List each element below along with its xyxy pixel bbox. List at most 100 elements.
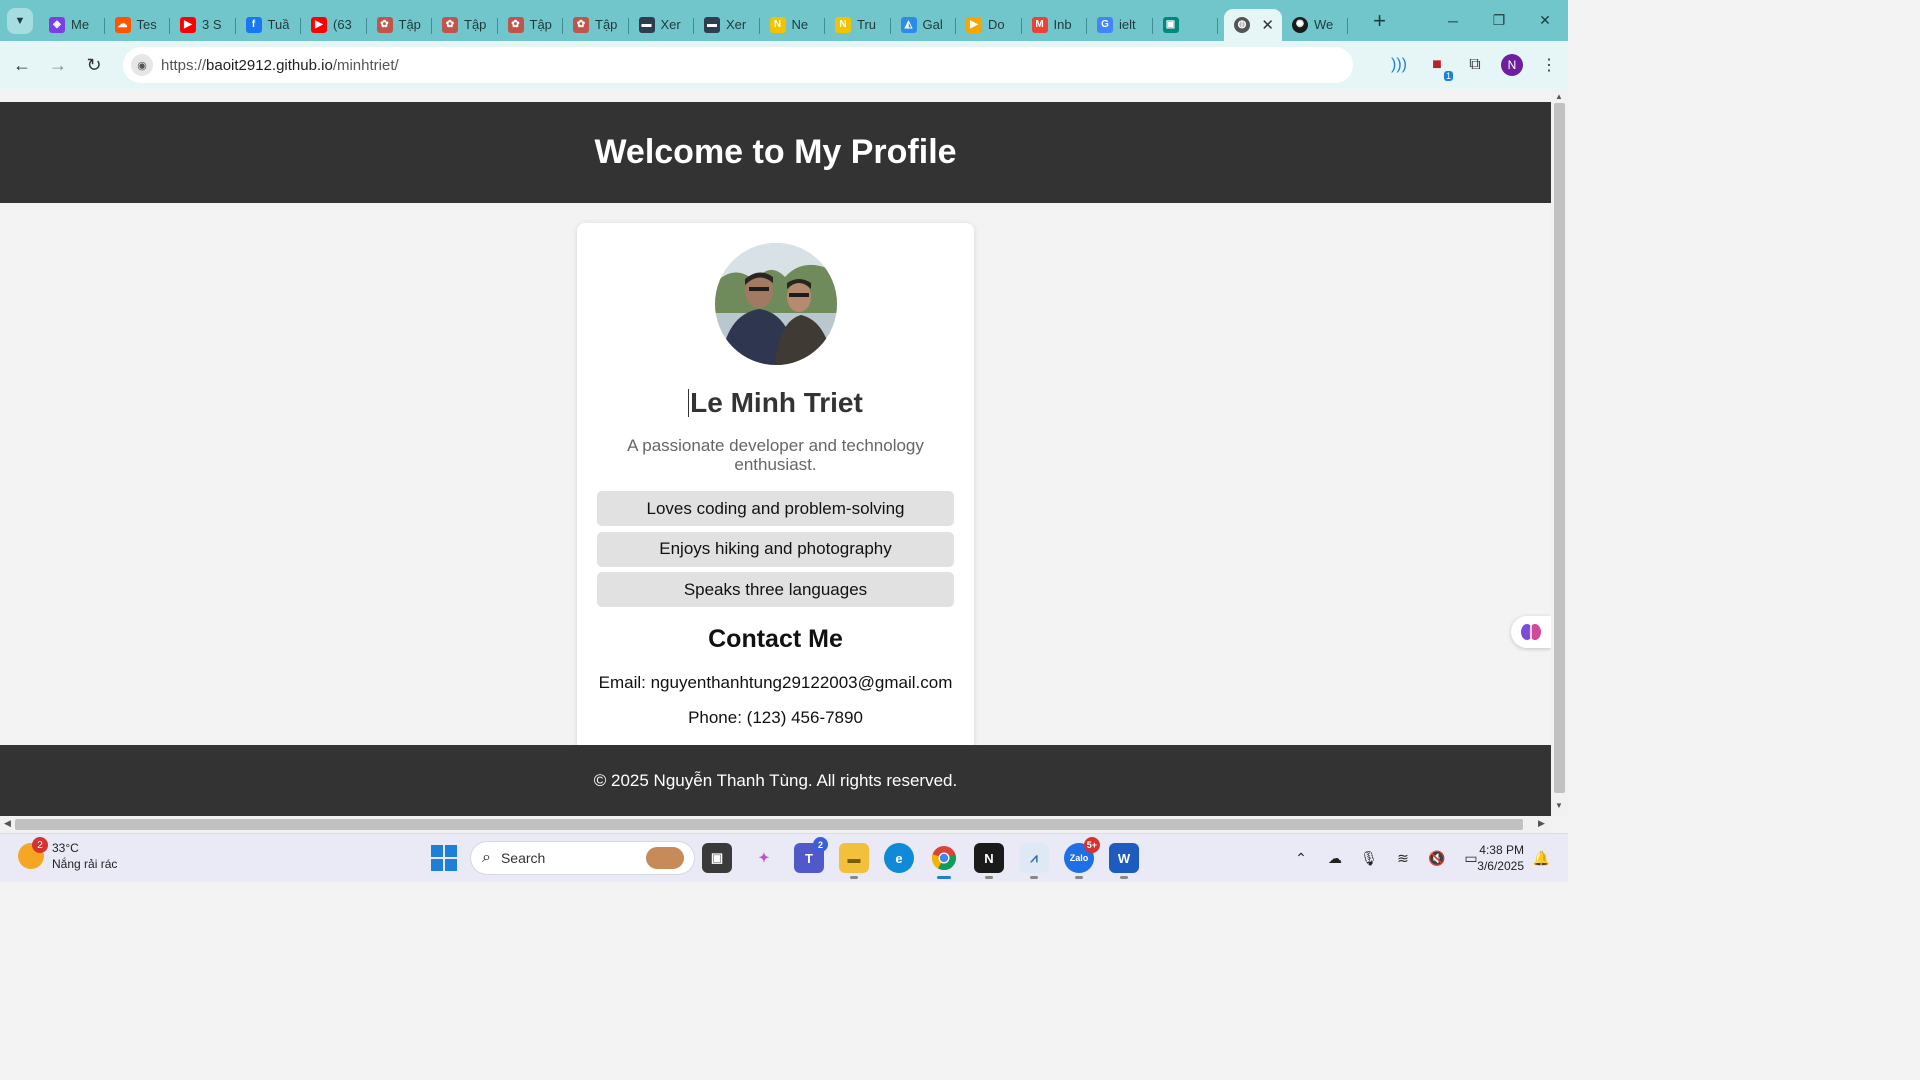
close-window-button[interactable]: ✕ (1522, 0, 1568, 41)
extension-shield-icon[interactable]: ■ 1 (1419, 47, 1455, 83)
onedrive-icon[interactable]: ☁ (1318, 850, 1352, 867)
anime-site-icon: ✿ (442, 16, 458, 33)
weather-temp: 33°C (52, 841, 79, 855)
reload-icon: ↻ (86, 54, 102, 75)
scroll-left-icon[interactable]: ◀ (4, 818, 11, 829)
tab-label: 3 S (202, 17, 222, 32)
windows-start-icon[interactable] (431, 845, 457, 871)
tab[interactable]: ◭ Gal (891, 9, 957, 41)
minimize-button[interactable]: ─ (1430, 0, 1476, 41)
tab[interactable]: ▬ Xer (629, 9, 695, 41)
profile-avatar[interactable]: N (1501, 54, 1523, 76)
tab-label: ielt (1119, 17, 1136, 32)
scroll-thumb[interactable] (1554, 103, 1565, 793)
tab-strip: ▼ ◈ Me ☁ Tes ▶ 3 S f Tuầ ▶ (63 ✿ Tập ✿ Tập ✿ Tập ✿ Tập ▬ Xe… (0, 0, 1568, 41)
tab-active[interactable]: ◍ ✕ (1224, 8, 1282, 41)
taskbar-clock[interactable]: 4:38 PM 3/6/2025 (1477, 842, 1524, 874)
back-button[interactable]: ← (4, 47, 40, 83)
list-item: Speaks three languages (597, 572, 954, 607)
taskbar-search[interactable]: ⌕ Search (471, 842, 694, 874)
tab-label: Xer (660, 17, 681, 32)
chrome-icon[interactable] (929, 843, 959, 879)
activity-monitor-icon[interactable]: ⩘ (1019, 843, 1049, 879)
page-footer: © 2025 Nguyễn Thanh Tùng. All rights res… (0, 745, 1551, 817)
task-view-icon[interactable]: ▣ (702, 843, 732, 873)
wifi-icon[interactable]: ≋ (1386, 850, 1420, 867)
zalo-icon[interactable]: Zalo 5+ (1064, 837, 1100, 879)
clock-date: 3/6/2025 (1477, 859, 1524, 873)
scroll-thumb[interactable] (15, 819, 1523, 830)
tab-label: Tập (595, 17, 618, 32)
profile-photo-image (715, 243, 837, 365)
tab[interactable]: ☁ Tes (105, 9, 171, 41)
tab-search-button[interactable]: ▼ (7, 7, 33, 34)
notion-icon[interactable]: N (974, 843, 1004, 879)
tab[interactable]: f Tuầ (236, 9, 302, 41)
horizontal-scrollbar[interactable]: ◀ ▶ (0, 816, 1551, 833)
vertical-scrollbar[interactable]: ▲ ▼ (1551, 89, 1568, 816)
tab[interactable]: Gielt (1087, 9, 1153, 41)
weather-widget[interactable]: 2 33°C Nắng rải rác (18, 837, 117, 872)
tab-label: Do (988, 17, 1005, 32)
tab[interactable]: ◈ Me (39, 9, 105, 41)
tab[interactable]: ▶ (63 (301, 9, 367, 41)
tab[interactable]: N Tru (825, 9, 891, 41)
file-explorer-icon[interactable]: ▬ (839, 843, 869, 879)
close-tab-icon[interactable]: ✕ (1261, 16, 1274, 34)
scroll-down-icon[interactable]: ▼ (1555, 801, 1563, 810)
contact-title: Contact Me (708, 625, 843, 653)
extensions-puzzle-icon[interactable]: ⧉ (1457, 47, 1493, 83)
teams-icon[interactable]: T2 (794, 837, 828, 873)
globe-icon: ◍ (1234, 16, 1250, 33)
meet-icon: ▣ (1162, 16, 1179, 33)
search-highlight-icon (646, 847, 684, 869)
facebook-icon: f (245, 16, 262, 33)
address-bar[interactable]: ◉ https://baoit2912.github.io/minhtriet/ (123, 47, 1353, 83)
menu-dots-icon[interactable]: ⋮ (1531, 47, 1567, 83)
chatgpt-icon: ✺ (1292, 16, 1308, 33)
tab[interactable]: ✿ Tập (367, 9, 433, 41)
tab-label: Me (71, 17, 90, 32)
scroll-up-icon[interactable]: ▲ (1555, 92, 1563, 101)
url-text[interactable]: https://baoit2912.github.io/minhtriet/ (161, 57, 399, 74)
microphone-icon[interactable]: 🎙 (1352, 850, 1386, 867)
chevron-down-icon: ▼ (14, 14, 26, 27)
tab[interactable]: ▶ Do (956, 9, 1022, 41)
brain-icon (1521, 624, 1541, 640)
tab[interactable]: ▶ 3 S (170, 9, 236, 41)
tab[interactable]: ▣ (1153, 9, 1219, 41)
soundcloud-icon: ☁ (114, 16, 131, 33)
weather-text: 33°C Nắng rải rác (52, 840, 117, 872)
read-aloud-icon[interactable]: ))) (1381, 47, 1417, 83)
scroll-right-icon[interactable]: ▶ (1538, 818, 1545, 829)
list-item: Loves coding and problem-solving (597, 491, 954, 526)
page-header: Welcome to My Profile (0, 102, 1551, 203)
tab[interactable]: M Inb (1022, 9, 1088, 41)
notification-bell-icon[interactable]: 🔔 (1533, 850, 1550, 867)
reload-button[interactable]: ↻ (76, 47, 112, 83)
gallery-icon: ◭ (900, 16, 917, 33)
tab[interactable]: ✿ Tập (498, 9, 564, 41)
youtube-icon: ▶ (311, 16, 327, 33)
fact-list: Loves coding and problem-solving Enjoys … (597, 491, 954, 613)
restore-button[interactable]: ❐ (1476, 0, 1522, 41)
tab[interactable]: N Ne (760, 9, 826, 41)
tab[interactable]: ▬ Xer (694, 9, 760, 41)
word-icon[interactable]: W (1109, 843, 1139, 879)
messenger-icon: ◈ (49, 16, 65, 33)
edge-icon[interactable]: e (884, 843, 914, 873)
contact-email: Email: nguyenthanhtung29122003@gmail.com (598, 673, 953, 692)
new-tab-button[interactable]: + (1366, 7, 1394, 35)
tab-label: Inb (1053, 17, 1072, 32)
forward-button[interactable]: → (40, 47, 76, 83)
tab[interactable]: ✺ We (1282, 9, 1348, 41)
speaker-muted-icon[interactable]: 🔇 (1420, 850, 1454, 867)
chevron-up-icon[interactable]: ⌃ (1284, 850, 1318, 867)
site-info-icon[interactable]: ◉ (131, 54, 153, 76)
browser-toolbar: ← → ↻ ◉ https://baoit2912.github.io/minh… (0, 41, 1568, 89)
copilot-icon[interactable]: ✦ (749, 843, 779, 873)
tab[interactable]: ✿ Tập (432, 9, 498, 41)
tab[interactable]: ✿ Tập (563, 9, 629, 41)
floating-brain-widget[interactable] (1511, 616, 1551, 648)
tab-label: Tuầ (267, 17, 290, 32)
